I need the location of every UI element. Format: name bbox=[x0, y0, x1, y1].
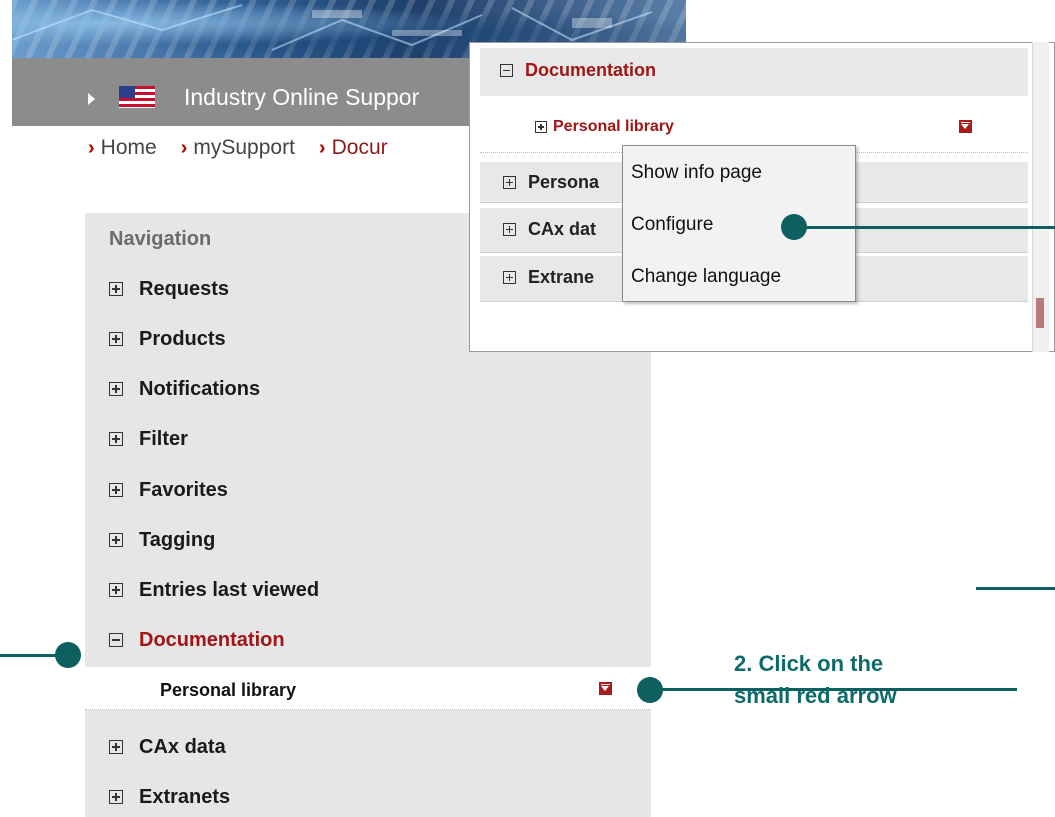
chevron-right-icon: › bbox=[180, 137, 188, 159]
expand-plus-icon[interactable] bbox=[109, 282, 123, 296]
nav-item-tagging[interactable]: Tagging bbox=[109, 525, 215, 555]
annotation-marker bbox=[781, 214, 807, 240]
expand-plus-icon[interactable] bbox=[503, 271, 516, 284]
inset-cax-data[interactable]: CAx dat bbox=[503, 219, 596, 240]
expand-plus-icon[interactable] bbox=[109, 790, 123, 804]
us-flag-icon[interactable] bbox=[119, 86, 155, 108]
annotation-line bbox=[976, 587, 1055, 590]
personal-library-label[interactable]: Personal library bbox=[160, 680, 296, 701]
annotation-text-line-2: small red arrow bbox=[734, 683, 897, 708]
inset-extranets[interactable]: Extrane bbox=[503, 267, 594, 288]
chevron-right-icon: › bbox=[318, 137, 326, 159]
expand-plus-icon[interactable] bbox=[109, 533, 123, 547]
collapse-minus-icon[interactable] bbox=[109, 633, 123, 647]
nav-item-requests[interactable]: Requests bbox=[109, 274, 229, 304]
breadcrumb-mysupport[interactable]: › mySupport bbox=[181, 136, 295, 160]
collapse-minus-icon[interactable] bbox=[500, 64, 513, 77]
nav-item-entries-last-viewed[interactable]: Entries last viewed bbox=[109, 575, 319, 605]
expand-plus-icon[interactable] bbox=[503, 176, 516, 189]
navigation-heading: Navigation bbox=[109, 228, 212, 250]
inset-personal-library[interactable]: Personal library bbox=[535, 118, 674, 136]
annotation-text-line-1: 2. Click on the bbox=[734, 651, 884, 676]
inset-personal[interactable]: Persona bbox=[503, 172, 599, 193]
inset-documentation[interactable]: Documentation bbox=[500, 60, 656, 81]
site-title[interactable]: Industry Online Suppor bbox=[184, 84, 419, 111]
nav-item-extranets[interactable]: Extranets bbox=[109, 782, 230, 812]
expand-plus-icon[interactable] bbox=[109, 583, 123, 597]
expand-plus-icon[interactable] bbox=[109, 483, 123, 497]
inset-scrollbar-thumb[interactable] bbox=[1036, 298, 1044, 328]
menu-item-change-language[interactable]: Change language bbox=[631, 266, 781, 288]
annotation-line bbox=[806, 226, 1055, 229]
annotation-step-2: 2. Click on the small red arrow bbox=[734, 648, 897, 712]
breadcrumb: › Home › mySupport › Docur bbox=[88, 136, 412, 160]
red-dropdown-arrow-icon[interactable] bbox=[599, 682, 612, 695]
nav-item-notifications[interactable]: Notifications bbox=[109, 374, 260, 404]
red-dropdown-arrow-icon[interactable] bbox=[959, 120, 972, 133]
expand-plus-icon[interactable] bbox=[535, 121, 547, 133]
expand-plus-icon[interactable] bbox=[503, 223, 516, 236]
nav-item-documentation[interactable]: Documentation bbox=[109, 625, 285, 655]
menu-item-configure[interactable]: Configure bbox=[631, 214, 713, 236]
chevron-right-icon: › bbox=[88, 137, 95, 159]
expand-arrow-icon[interactable] bbox=[88, 93, 95, 105]
expand-plus-icon[interactable] bbox=[109, 332, 123, 346]
annotation-marker bbox=[55, 642, 81, 668]
nav-item-favorites[interactable]: Favorites bbox=[109, 475, 228, 505]
nav-item-cax-data[interactable]: CAx data bbox=[109, 732, 226, 762]
breadcrumb-documentation[interactable]: › Docur bbox=[319, 136, 388, 160]
expand-plus-icon[interactable] bbox=[109, 432, 123, 446]
nav-item-filter[interactable]: Filter bbox=[109, 424, 188, 454]
expand-plus-icon[interactable] bbox=[109, 740, 123, 754]
annotation-line bbox=[0, 654, 62, 657]
menu-item-show-info-page[interactable]: Show info page bbox=[631, 162, 762, 184]
breadcrumb-home[interactable]: › Home bbox=[88, 136, 157, 160]
nav-item-products[interactable]: Products bbox=[109, 324, 226, 354]
expand-plus-icon[interactable] bbox=[109, 382, 123, 396]
